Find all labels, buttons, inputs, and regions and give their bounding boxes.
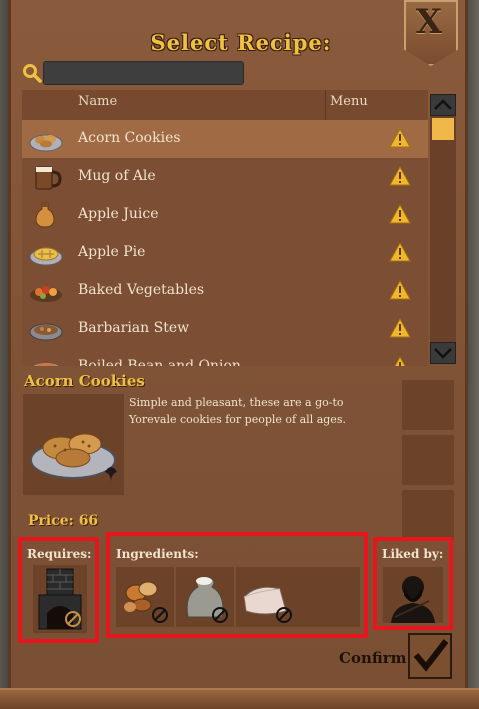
- side-slot-2: [402, 435, 454, 485]
- butter-icon: [243, 586, 292, 623]
- recipe-row-label: Baked Vegetables: [78, 282, 205, 298]
- warning-icon: [389, 280, 411, 300]
- acorn-cookies-icon: [29, 134, 63, 152]
- warning-icon: [389, 318, 411, 338]
- recipe-row-mug-of-ale[interactable]: Mug of Ale: [22, 158, 428, 196]
- chevron-down-icon: [434, 348, 452, 359]
- apple-pie-icon: [29, 247, 63, 266]
- recipe-row-label: Barbarian Stew: [78, 320, 190, 336]
- liked-by-label: Liked by:: [382, 547, 444, 561]
- confirm-button[interactable]: [408, 633, 452, 679]
- warning-icon: [389, 166, 411, 186]
- recipe-price: Price: 66: [28, 513, 99, 529]
- recipe-list-scrollbar[interactable]: [430, 94, 456, 364]
- confirm-label[interactable]: Confirm: [339, 649, 407, 667]
- selected-recipe-description: Simple and pleasant, these are a go-to Y…: [129, 396, 346, 426]
- boiled-bean-icon: [33, 363, 59, 366]
- requires-label: Requires:: [27, 547, 92, 561]
- recipe-row-label: Acorn Cookies: [78, 130, 181, 146]
- recipe-row-boiled-bean[interactable]: Boiled Bean and Onion: [22, 348, 428, 366]
- recipe-row-label: Apple Juice: [78, 206, 159, 222]
- requires-section: Requires:: [18, 537, 99, 643]
- acorn-cookies-large-icon: [30, 433, 117, 482]
- side-slot-1: [402, 380, 454, 430]
- recipe-list: Acorn Cookies Mug of Ale Apple Juice App…: [22, 120, 428, 366]
- recipe-row-apple-juice[interactable]: Apple Juice: [22, 196, 428, 234]
- ingredient-slot-butter[interactable]: [236, 567, 360, 627]
- side-slot-3: [402, 490, 454, 540]
- recipe-row-baked-vegetables[interactable]: Baked Vegetables: [22, 272, 428, 310]
- column-header-menu[interactable]: Menu: [330, 94, 368, 109]
- ingredient-slot-flour[interactable]: [176, 567, 234, 627]
- bearded-man-portrait-icon: [391, 576, 435, 623]
- recipe-row-acorn-cookies[interactable]: Acorn Cookies: [22, 120, 428, 158]
- search-input[interactable]: [43, 61, 244, 85]
- checkmark-icon: [413, 639, 449, 672]
- liked-by-section: Liked by:: [373, 537, 453, 630]
- chevron-up-icon: [434, 99, 452, 110]
- search-icon: [23, 64, 42, 83]
- close-icon[interactable]: X: [413, 2, 445, 42]
- warning-icon: [389, 204, 411, 224]
- scroll-thumb[interactable]: [432, 118, 454, 140]
- warning-icon: [389, 128, 411, 148]
- scroll-down-button[interactable]: [430, 342, 456, 364]
- recipe-row-label: Boiled Bean and Onion: [78, 358, 241, 366]
- recipe-row-barbarian-stew[interactable]: Barbarian Stew: [22, 310, 428, 348]
- oven-icon: [38, 568, 82, 630]
- recipe-row-label: Apple Pie: [78, 244, 146, 260]
- liked-by-slot[interactable]: [383, 567, 443, 623]
- ingredients-section: Ingredients:: [106, 532, 368, 638]
- recipe-row-apple-pie[interactable]: Apple Pie: [22, 234, 428, 272]
- selected-recipe-image: [23, 394, 124, 495]
- warning-icon: [389, 242, 411, 262]
- scroll-up-button[interactable]: [430, 94, 456, 116]
- selected-recipe-title: Acorn Cookies: [24, 372, 145, 390]
- column-divider: [325, 90, 326, 120]
- ingredients-label: Ingredients:: [116, 547, 199, 561]
- dialog-bottom-rail: [0, 688, 479, 709]
- nuts-icon: [124, 581, 168, 623]
- warning-icon: [394, 356, 406, 366]
- recipe-list-header: Name Menu: [22, 90, 428, 121]
- requires-slot[interactable]: [33, 565, 87, 633]
- barbarian-stew-icon: [29, 323, 63, 341]
- apple-juice-icon: [35, 202, 55, 228]
- dialog-title: Select Recipe:: [150, 30, 332, 55]
- mug-of-ale-icon: [35, 166, 62, 190]
- ingredient-slot-nuts[interactable]: [116, 567, 174, 627]
- column-header-name[interactable]: Name: [78, 94, 117, 109]
- recipe-row-label: Mug of Ale: [78, 168, 156, 184]
- flour-sack-icon: [186, 576, 228, 623]
- baked-vegetables-icon: [30, 286, 62, 302]
